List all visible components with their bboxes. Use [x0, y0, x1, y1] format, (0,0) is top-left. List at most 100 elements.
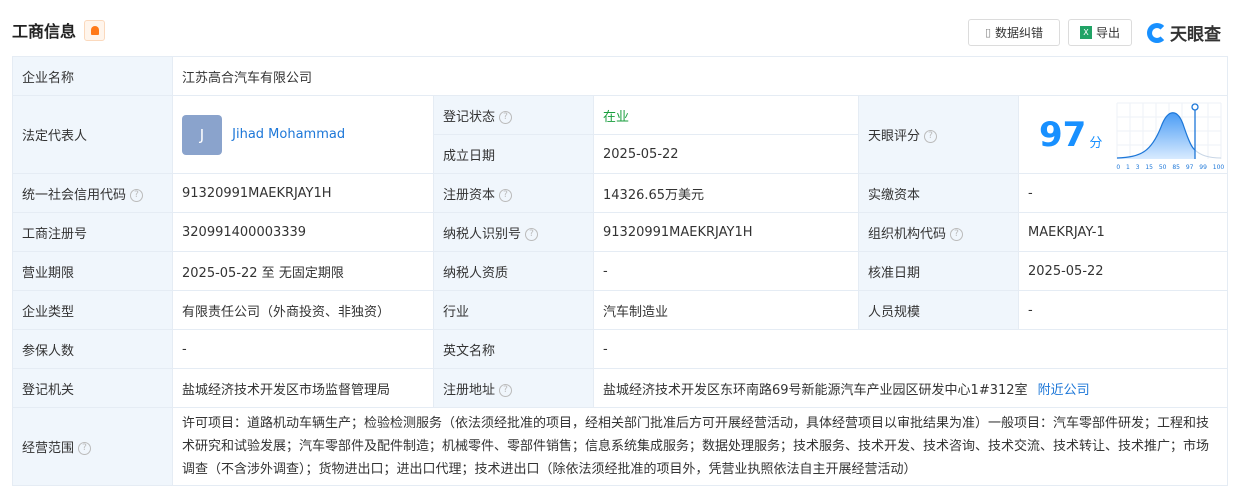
score-tick-label: 99 — [1199, 163, 1207, 171]
tianyancha-logo: 天眼查 — [1147, 20, 1221, 45]
logo-icon — [1147, 22, 1167, 43]
org-code-label: 组织机构代码 — [868, 226, 947, 242]
company-type-label: 企业类型 — [12, 290, 173, 330]
score-value: 97 — [1039, 114, 1087, 155]
reg-no-label: 工商注册号 — [12, 212, 173, 252]
capital-label: 注册资本 — [443, 187, 496, 203]
table-row: 统一社会信用代码? 91320991MAEKRJAY1H 注册资本? 14326… — [12, 173, 1229, 213]
score-tick-label: 1 — [1126, 163, 1130, 171]
insured-value: - — [172, 329, 434, 369]
address-cell: 盐城经济技术开发区东环南路69号新能源汽车产业园区研发中心1#312室 附近公司 — [592, 368, 1229, 408]
legal-rep-cell: J Jihad Mohammad — [172, 95, 434, 174]
bell-icon[interactable] — [84, 19, 106, 41]
english-name-label: 英文名称 — [433, 329, 594, 369]
address-label: 注册地址 — [443, 382, 496, 398]
address-value: 盐城经济技术开发区东环南路69号新能源汽车产业园区研发中心1#312室 — [603, 382, 1028, 398]
founded-value: 2025-05-22 — [593, 134, 859, 174]
org-code-value: MAEKRJAY-1 — [1017, 212, 1229, 252]
staff-size-label: 人员规模 — [858, 290, 1019, 330]
company-name-label: 企业名称 — [12, 56, 173, 96]
authority-label: 登记机关 — [12, 368, 173, 408]
status-label: 登记状态 — [443, 109, 496, 125]
legal-rep-label: 法定代表人 — [12, 95, 173, 174]
document-icon: ▯ — [984, 26, 992, 39]
org-code-label-cell: 组织机构代码? — [858, 212, 1019, 252]
data-correction-button[interactable]: ▯ 数据纠错 — [968, 19, 1060, 46]
help-icon[interactable]: ? — [950, 227, 964, 241]
status-value: 在业 — [593, 95, 859, 135]
tax-qual-label: 纳税人资质 — [433, 251, 594, 291]
taxid-value: 91320991MAEKRJAY1H — [593, 212, 859, 252]
business-info-table: 企业名称 江苏高合汽车有限公司 法定代表人 J Jihad Mohammad 登… — [12, 56, 1229, 486]
help-icon[interactable]: ? — [499, 110, 513, 124]
score-tick-label: 50 — [1158, 163, 1167, 171]
tax-qual-value: - — [593, 251, 859, 291]
paid-capital-value: - — [1017, 173, 1229, 213]
nearby-companies-link[interactable]: 附近公司 — [1038, 383, 1090, 398]
table-row: 企业类型 有限责任公司（外商投资、非独资） 行业 汽车制造业 人员规模 - — [12, 290, 1229, 330]
founded-label: 成立日期 — [433, 134, 594, 174]
data-correction-label: 数据纠错 — [995, 26, 1044, 40]
score-tick-label: 97 — [1185, 163, 1194, 171]
taxid-label: 纳税人识别号 — [443, 226, 522, 242]
help-icon[interactable]: ? — [924, 130, 938, 143]
credit-code-label-cell: 统一社会信用代码? — [12, 173, 173, 213]
score-label: 天眼评分 — [868, 129, 921, 144]
help-icon[interactable]: ? — [78, 442, 92, 455]
table-row: 登记机关 盐城经济技术开发区市场监督管理局 注册地址? 盐城经济技术开发区东环南… — [12, 368, 1229, 408]
score-tick-label: 85 — [1172, 163, 1180, 171]
score-cell: 97 分 0 1 3 15 50 85 97 99 100 — [1017, 95, 1229, 174]
status-label-cell: 登记状态? — [433, 95, 594, 135]
scope-label: 经营范围 — [22, 441, 75, 456]
authority-value: 盐城经济技术开发区市场监督管理局 — [172, 368, 434, 408]
approve-date-label: 核准日期 — [858, 251, 1019, 291]
term-label: 营业期限 — [12, 251, 173, 291]
excel-icon: X — [1079, 26, 1092, 39]
section-header: 工商信息 — [12, 18, 106, 42]
score-tick-label: 100 — [1212, 163, 1225, 171]
taxid-label-cell: 纳税人识别号? — [433, 212, 594, 252]
help-icon[interactable]: ? — [499, 383, 513, 397]
address-label-cell: 注册地址? — [433, 368, 594, 408]
export-label: 导出 — [1095, 26, 1120, 40]
score-tick-label: 15 — [1145, 163, 1153, 171]
score-tick-label: 3 — [1135, 163, 1140, 171]
credit-code-value: 91320991MAEKRJAY1H — [172, 173, 434, 213]
paid-capital-label: 实缴资本 — [858, 173, 1019, 213]
reg-no-value: 320991400003339 — [172, 212, 434, 252]
scope-value: 许可项目：道路机动车辆生产；检验检测服务（依法须经批准的项目，经相关部门批准后方… — [171, 407, 1229, 486]
table-row: 工商注册号 320991400003339 纳税人识别号? 91320991MA… — [12, 212, 1229, 252]
help-icon[interactable]: ? — [130, 188, 144, 202]
table-row: 企业名称 江苏高合汽车有限公司 — [12, 56, 1229, 96]
term-value: 2025-05-22 至 无固定期限 — [172, 251, 434, 291]
score-tick-label: 0 — [1116, 163, 1121, 171]
industry-value: 汽车制造业 — [593, 290, 859, 330]
credit-code-label: 统一社会信用代码 — [22, 187, 127, 203]
capital-label-cell: 注册资本? — [433, 173, 594, 213]
section-title: 工商信息 — [12, 22, 77, 41]
industry-label: 行业 — [433, 290, 594, 330]
score-tick-labels: 0 1 3 15 50 85 97 99 100 — [1116, 164, 1224, 171]
help-icon[interactable]: ? — [525, 227, 539, 241]
help-icon[interactable]: ? — [499, 188, 513, 202]
score-unit: 分 — [1089, 136, 1103, 151]
company-name-value: 江苏高合汽车有限公司 — [171, 56, 1229, 96]
export-button[interactable]: X 导出 — [1068, 19, 1132, 46]
avatar[interactable]: J — [182, 114, 222, 155]
score-distribution-chart: 0 1 3 15 50 85 97 99 100 — [1116, 102, 1224, 171]
table-row: 营业期限 2025-05-22 至 无固定期限 纳税人资质 - 核准日期 202… — [12, 251, 1229, 291]
english-name-value: - — [592, 329, 1229, 369]
logo-text: 天眼查 — [1170, 25, 1221, 45]
scope-label-cell: 经营范围? — [12, 407, 173, 486]
capital-value: 14326.65万美元 — [593, 173, 859, 213]
table-row: 参保人数 - 英文名称 - — [12, 329, 1229, 369]
table-row: 经营范围? 许可项目：道路机动车辆生产；检验检测服务（依法须经批准的项目，经相关… — [12, 407, 1229, 486]
staff-size-value: - — [1017, 290, 1229, 330]
company-type-value: 有限责任公司（外商投资、非独资） — [172, 290, 434, 330]
table-row: 法定代表人 J Jihad Mohammad 登记状态? 在业 天眼评分? 97… — [12, 95, 1229, 174]
score-label-cell: 天眼评分? — [858, 95, 1019, 174]
legal-rep-link[interactable]: Jihad Mohammad — [232, 127, 345, 142]
approve-date-value: 2025-05-22 — [1017, 251, 1229, 291]
distribution-curve — [1116, 102, 1222, 159]
insured-label: 参保人数 — [12, 329, 173, 369]
